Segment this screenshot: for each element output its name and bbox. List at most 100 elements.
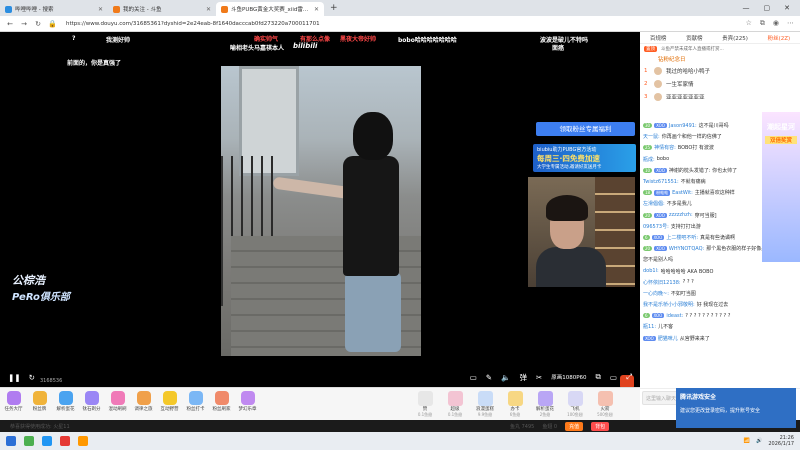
camp-button[interactable]: 互动野营 — [157, 391, 182, 412]
fan-badge-button[interactable]: 粉丝牌 — [27, 391, 52, 412]
danmaku: 喻相老头马嘉祺本人 — [230, 45, 285, 52]
back-icon[interactable]: ← — [6, 20, 14, 28]
profile-icon[interactable]: ◉ — [773, 19, 779, 28]
volume-icon[interactable]: 🔈 — [501, 373, 510, 382]
extensions-icon[interactable]: ⧉ — [760, 19, 765, 28]
gift-card[interactable]: 办卡 6鱼翅 — [500, 391, 530, 418]
maximize-icon[interactable]: ▢ — [764, 4, 771, 12]
task-hall-button[interactable]: 任务大厅 — [1, 391, 26, 412]
tab-douyu-live[interactable]: 斗鱼PUBG黄金大奖赛_xiid雷... ✕ — [216, 2, 324, 16]
chat-message: 我不是乐桥小小邪敬明: 好 我现在过去 — [640, 299, 762, 310]
tab-bilibili[interactable]: 哔哩哔哩 - 搜索 ✕ — [0, 2, 108, 16]
pubg-promo-banner[interactable]: biubiu助力PUBG官方活动 每周三·四免费加速 大学生专属活动,邀请好友送… — [533, 144, 636, 172]
fan-home-button[interactable]: 粉丝刷家 — [209, 391, 234, 412]
close-icon[interactable]: ✕ — [98, 6, 103, 13]
chat-username[interactable]: 肥猫咪儿 — [658, 335, 678, 342]
card-icon — [507, 391, 523, 406]
chat-username[interactable]: 瓶成: — [643, 156, 655, 163]
chat-username[interactable]: 上二楼吧不听: — [666, 234, 698, 241]
chat-username[interactable]: ideast: — [666, 313, 683, 319]
app-icon[interactable] — [24, 436, 34, 446]
video-frame — [221, 66, 421, 356]
star-icon[interactable]: ☆ — [746, 19, 752, 28]
close-window-icon[interactable]: ✕ — [784, 4, 790, 12]
score-button[interactable]: 钛石剃分 — [79, 391, 104, 412]
chat-username[interactable]: Twistz671551: — [643, 179, 679, 185]
chat-username[interactable]: 096573号: — [643, 223, 669, 230]
level-badge: 30 — [643, 123, 653, 129]
app-icon[interactable] — [78, 436, 88, 446]
fan-badge: XOO — [654, 246, 667, 252]
tab-fans[interactable]: 粉丝(2Z) — [768, 34, 791, 42]
tab-contribution[interactable]: 贡献榜 — [686, 34, 703, 42]
danmaku-settings-icon[interactable]: ✎ — [486, 373, 492, 382]
danmaku-toggle-icon[interactable]: ▭ — [470, 373, 477, 382]
rank-item[interactable]: 3 亚亚亚亚亚亚亚 — [640, 90, 800, 103]
browser-tab-bar: 哔哩哔哩 - 搜索 ✕ 我的关注 - 斗鱼 ✕ 斗鱼PUBG黄金大奖赛_xiid雷.… — [0, 0, 800, 16]
chat-message: 瓶成: bobo — [640, 154, 762, 165]
level-badge: 6 — [643, 234, 650, 240]
chat-username[interactable]: EastWit: — [672, 190, 693, 196]
egg-button[interactable]: 解析蛋花 — [53, 391, 78, 412]
gift-super[interactable]: 超级 0.1鱼翅 — [440, 391, 470, 418]
backpack-button[interactable]: 背包 — [591, 422, 610, 431]
tab-label: 斗鱼PUBG黄金大奖赛_xiid雷... — [231, 7, 309, 13]
chat-username[interactable]: 天一鼠: — [643, 133, 660, 140]
chat-message: 18 粉蛙蛙 EastWit: 主播就喜欢这种样 — [640, 187, 762, 198]
recharge-button[interactable]: 充值 — [565, 422, 584, 431]
quality-selector[interactable]: 原画1080P60 — [551, 373, 586, 381]
rank-item[interactable]: 2 一生军家情 — [640, 77, 800, 90]
forward-icon[interactable]: → — [20, 20, 28, 28]
music-chapter-button[interactable]: 梦幻乐章 — [235, 391, 260, 412]
refresh-icon[interactable]: ↻ — [29, 373, 35, 382]
fan-benefit-button[interactable]: 领取粉丝专属福利 — [536, 122, 635, 136]
mix-button[interactable]: 混动刷刷 — [105, 391, 130, 412]
gift-like[interactable]: 赞 0.1鱼翅 — [410, 391, 440, 418]
pip-icon[interactable]: ⧉ — [596, 372, 601, 382]
start-icon[interactable] — [6, 436, 16, 446]
checkin-button[interactable]: 粉丝打卡 — [183, 391, 208, 412]
url-field[interactable]: https://www.douyu.com/31685361?dyshid=2e… — [66, 21, 320, 27]
rank-item[interactable]: 1 我过的哈哈小鸭子 — [640, 64, 800, 77]
pause-icon[interactable]: ❚❚ — [8, 373, 21, 382]
video-player[interactable]: ? 我测好帅 确实帅气 有那么点像 黑夜大帝好帅 喻相老头马嘉祺本人 bilib… — [0, 32, 640, 389]
clock[interactable]: 21:26 2026/1/17 — [768, 435, 794, 447]
chat-username[interactable]: zzzzzhzh: — [669, 212, 693, 218]
level-badge: 6 — [643, 313, 650, 319]
danmaku: bobo哈哈哈哈哈哈哈 — [398, 37, 457, 44]
gift-rocket[interactable]: 火箭 500鱼翅 — [590, 391, 620, 418]
chat-username[interactable]: 神情有容: — [654, 144, 676, 151]
browser-icon[interactable] — [42, 436, 52, 446]
security-notification[interactable]: 腾讯游戏安全 建议您更改登录密码，提升账号安全 — [676, 388, 796, 428]
chat-username[interactable]: WHYNOTQAQ: — [669, 246, 704, 252]
chat-username[interactable]: 我不是乐桥小小邪敬明: — [643, 301, 695, 308]
volume-icon[interactable]: 🔊 — [756, 438, 762, 444]
new-tab-button[interactable]: + — [324, 3, 344, 13]
chat-username[interactable]: 左滑倡倡: — [643, 200, 665, 207]
chat-username[interactable]: 心怀依旧12138: — [643, 279, 681, 286]
side-event-ad[interactable]: 潮起星河 双倍奖赏 — [762, 112, 800, 262]
chat-username[interactable]: 瓶11: — [643, 323, 656, 330]
tune-button[interactable]: 调律之旅 — [131, 391, 156, 412]
tab-rank[interactable]: 百规榜 — [650, 34, 667, 42]
danmaku-icon[interactable]: 弹 — [519, 372, 527, 383]
tab-douyu-follow[interactable]: 我的关注 - 斗鱼 ✕ — [108, 2, 216, 16]
gift-egg[interactable]: 解析蛋花 2鱼翅 — [530, 391, 560, 418]
minimize-icon[interactable]: — — [743, 4, 750, 12]
tab-vip[interactable]: 贵宾(225) — [722, 34, 748, 42]
app-icon[interactable] — [60, 436, 70, 446]
gift-cake[interactable]: 浪漫蛋糕 9.9鱼翅 — [470, 391, 500, 418]
clip-icon[interactable]: ✂ — [536, 373, 542, 382]
close-icon[interactable]: ✕ — [206, 6, 211, 13]
chat-username[interactable]: dob1l: — [643, 268, 659, 274]
wifi-icon[interactable]: 📶 — [744, 438, 750, 444]
chat-username[interactable]: Jason9491: — [669, 123, 697, 129]
menu-icon[interactable]: ⋯ — [787, 19, 794, 28]
fullscreen-icon[interactable]: ⤢ — [626, 372, 632, 382]
chat-username[interactable]: 一心向晚~: — [643, 290, 669, 297]
tab-label: 哔哩哔哩 - 搜索 — [15, 7, 54, 13]
widescreen-icon[interactable]: ▭ — [610, 373, 617, 382]
close-icon[interactable]: ✕ — [314, 6, 319, 13]
gift-plane[interactable]: 飞机 100鱼翅 — [560, 391, 590, 418]
reload-icon[interactable]: ↻ — [34, 20, 42, 28]
